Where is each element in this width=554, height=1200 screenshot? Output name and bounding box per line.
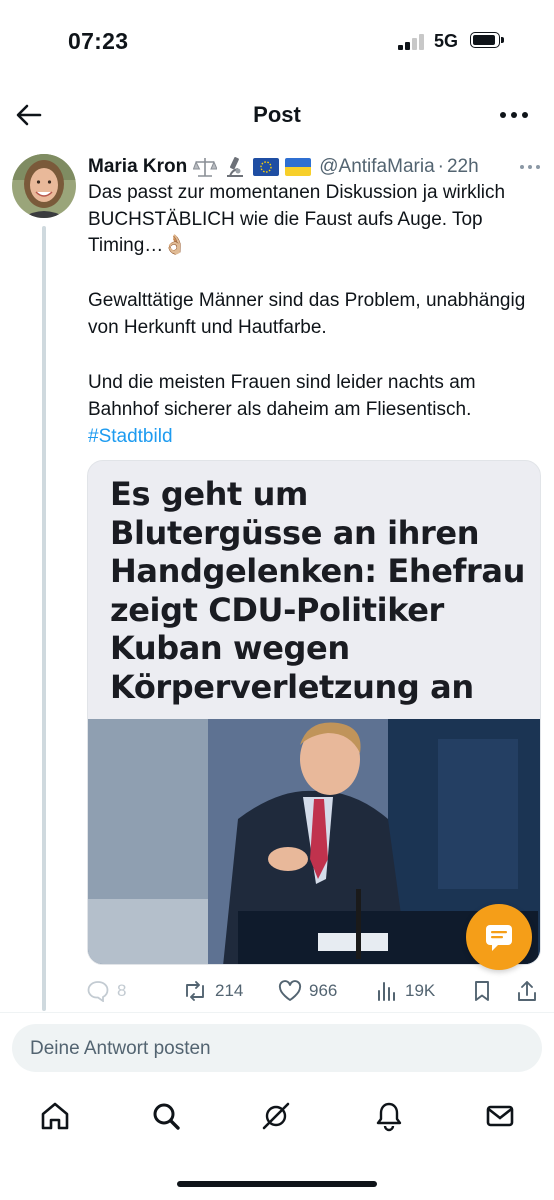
messages-icon[interactable] (484, 1100, 516, 1132)
views-action[interactable]: 19K (376, 976, 435, 1006)
grok-icon[interactable] (260, 1100, 292, 1132)
microscope-icon (223, 156, 247, 178)
search-icon[interactable] (150, 1100, 182, 1132)
home-indicator (177, 1181, 377, 1187)
network-label: 5G (434, 31, 459, 51)
reply-placeholder: Deine Antwort posten (30, 1038, 211, 1059)
signal-icon (398, 34, 426, 50)
scales-icon (193, 156, 218, 178)
page-title: Post (253, 102, 301, 127)
views-icon (378, 982, 395, 1001)
post-time[interactable]: 22h (447, 156, 479, 178)
status-time: 07:23 (68, 28, 129, 54)
eu-flag-icon (253, 158, 280, 176)
like-icon (278, 980, 302, 1001)
hashtag-link[interactable]: #Stadtbild (88, 424, 528, 451)
avatar[interactable] (12, 154, 76, 218)
share-action[interactable] (516, 976, 545, 1006)
reply-icon (87, 981, 109, 1002)
post-header: Post (0, 86, 554, 142)
tweet-paragraph-3: Und die meisten Frauen sind leider nacht… (88, 372, 476, 420)
reply-input[interactable]: Deine Antwort posten (12, 1024, 542, 1072)
like-action[interactable]: 966 (278, 976, 337, 1006)
tweet-more-icon[interactable] (518, 160, 542, 172)
like-count: 966 (309, 981, 338, 1000)
reply-count: 8 (117, 981, 127, 1000)
status-bar: 07:23 5G (0, 0, 554, 80)
tweet-actions: 8 214 966 19K (86, 976, 546, 1006)
author-name[interactable]: Maria Kron (88, 156, 187, 178)
divider (0, 1012, 554, 1013)
separator-dot: · (437, 156, 444, 177)
chat-button[interactable] (466, 904, 532, 970)
author-row: Maria Kron @AntifaMaria · 22h (88, 154, 479, 180)
tweet-paragraph-2: Gewalttätige Männer sind das Problem, un… (88, 290, 526, 338)
reply-action[interactable]: 8 (86, 976, 126, 1006)
repost-action[interactable]: 214 (182, 976, 243, 1006)
more-icon[interactable] (498, 100, 530, 130)
ukraine-flag-icon (285, 158, 312, 176)
bookmark-icon (475, 981, 489, 1001)
share-icon (518, 981, 536, 1001)
media-card[interactable]: Es geht um Blutergüsse an ihren Handgele… (87, 460, 541, 965)
author-handle[interactable]: @AntifaMaria (319, 156, 434, 178)
battery-icon (470, 32, 506, 50)
home-icon[interactable] (39, 1100, 71, 1132)
tweet-paragraph-1: Das passt zur momentanen Diskussion ja w… (88, 182, 506, 256)
notifications-icon[interactable] (373, 1100, 405, 1132)
views-count: 19K (405, 981, 436, 1000)
repost-count: 214 (215, 981, 244, 1000)
chat-icon (486, 925, 512, 951)
repost-icon (186, 981, 204, 1001)
media-headline: Es geht um Blutergüsse an ihren Handgele… (110, 475, 525, 706)
thread-line (42, 226, 46, 1011)
bookmark-action[interactable] (472, 976, 499, 1006)
